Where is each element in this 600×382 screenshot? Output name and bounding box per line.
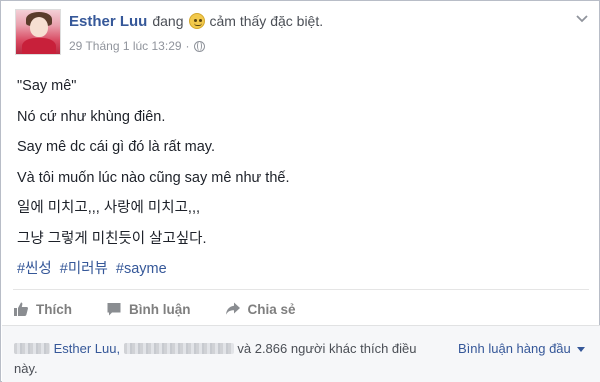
others-text[interactable]: và 2.866 người khác bbox=[237, 341, 356, 356]
like-word: thích điều bbox=[360, 341, 417, 356]
post-meta: 29 Tháng 1 lúc 13:29 · bbox=[69, 38, 205, 54]
feeling-text: cảm thấy đặc biệt. bbox=[209, 13, 324, 29]
sort-label: Bình luận hàng đầu bbox=[458, 341, 571, 356]
avatar-face bbox=[30, 17, 48, 37]
share-label: Chia sẻ bbox=[247, 301, 296, 317]
post-line: Say mê dc cái gì đó là rất may. bbox=[17, 139, 215, 155]
post-header: Esther Luu đang cảm thấy đặc biệt. bbox=[69, 11, 323, 31]
share-button[interactable]: Chia sẻ bbox=[225, 301, 296, 317]
action-bar: Thích Bình luận Chia sẻ bbox=[13, 297, 330, 321]
blurred-name bbox=[14, 343, 50, 354]
liker-name-link[interactable]: Esther Luu, bbox=[54, 341, 121, 356]
share-icon bbox=[225, 302, 240, 315]
chevron-down-icon[interactable] bbox=[574, 11, 590, 27]
hashtag-link[interactable]: #미러뷰 bbox=[60, 261, 108, 277]
globe-icon[interactable] bbox=[193, 40, 205, 52]
like-button[interactable]: Thích bbox=[13, 301, 72, 317]
likes-summary: Esther Luu, và 2.866 người khác thích đi… bbox=[14, 339, 444, 379]
post-body: "Say mê" Nó cứ như khùng điên. Say mê dc… bbox=[17, 71, 587, 285]
avatar-body bbox=[22, 38, 56, 54]
post-card: Esther Luu đang cảm thấy đặc biệt. 29 Th… bbox=[0, 0, 600, 382]
end-text: này. bbox=[14, 361, 38, 376]
author-name[interactable]: Esther Luu bbox=[69, 13, 147, 30]
comment-button[interactable]: Bình luận bbox=[106, 301, 191, 317]
avatar[interactable] bbox=[15, 9, 61, 55]
comment-icon bbox=[107, 303, 121, 316]
blurred-name bbox=[123, 343, 234, 354]
feeling-prefix: đang bbox=[152, 13, 184, 29]
post-line: 일에 미치고,,, 사랑에 미치고,,, bbox=[17, 200, 200, 216]
caret-down-icon bbox=[576, 346, 585, 352]
hashtag-link[interactable]: #sayme bbox=[116, 261, 167, 277]
thumbs-up-icon bbox=[14, 302, 28, 316]
action-divider bbox=[13, 289, 589, 290]
post-line: 그냥 그렇게 미친듯이 살고싶다. bbox=[17, 230, 207, 247]
hashtags: #씬성 #미러뷰 #sayme bbox=[17, 254, 587, 285]
post-timestamp[interactable]: 29 Tháng 1 lúc 13:29 bbox=[69, 39, 182, 53]
smiling-face-emoji-icon bbox=[188, 13, 205, 29]
post-line: Và tôi muốn lúc nào cũng say mê như thế. bbox=[17, 169, 290, 186]
post-line: Nó cứ như khùng điên. bbox=[17, 108, 166, 125]
likes-footer: Esther Luu, và 2.866 người khác thích đi… bbox=[2, 325, 600, 382]
comment-sort-dropdown[interactable]: Bình luận hàng đầu bbox=[458, 339, 585, 359]
meta-separator: · bbox=[185, 39, 190, 53]
hashtag-link[interactable]: #씬성 bbox=[17, 261, 52, 277]
comment-label: Bình luận bbox=[129, 301, 191, 317]
like-label: Thích bbox=[36, 301, 72, 317]
post-line: "Say mê" bbox=[17, 78, 77, 94]
